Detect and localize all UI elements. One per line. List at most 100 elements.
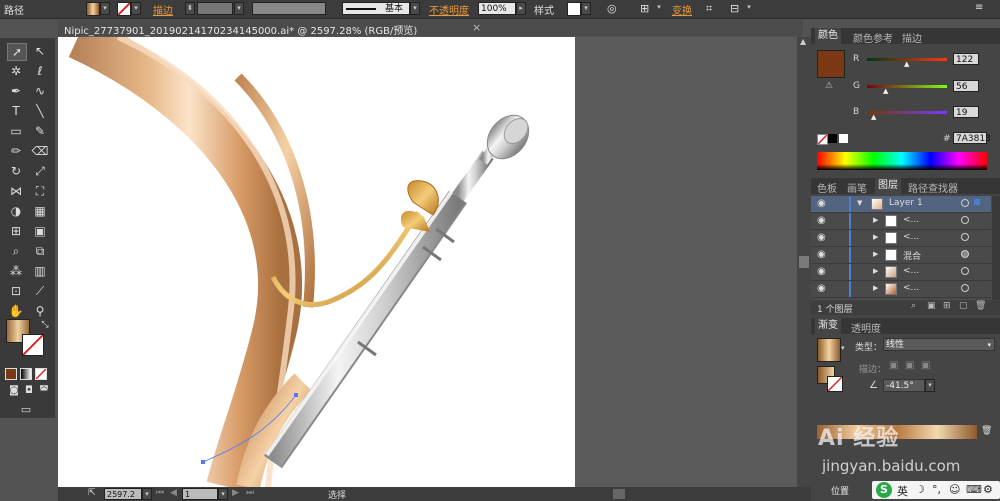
black-swatch[interactable] (828, 134, 837, 143)
keyboard-icon[interactable]: ⌨ (966, 483, 982, 496)
next-page-icon[interactable]: ▶ (232, 488, 239, 498)
vertical-scrollbar[interactable]: ▲ (797, 37, 811, 487)
brush-definition-field[interactable]: 基本 (342, 2, 410, 15)
stroke-along-icon[interactable]: ▣ (905, 360, 914, 371)
stroke-across-icon[interactable]: ▣ (921, 360, 930, 371)
stroke-label[interactable]: 描边 (153, 2, 173, 17)
gradient-preview[interactable] (817, 338, 841, 362)
curvature-tool-icon[interactable]: ∿ (31, 83, 49, 99)
target-icon[interactable] (961, 250, 969, 258)
transform-label[interactable]: 变换 (672, 2, 692, 17)
tab-color-guide[interactable]: 颜色参考 (853, 30, 893, 45)
tab-layers[interactable]: 图层 (875, 178, 901, 194)
direct-selection-tool-icon[interactable]: ↖ (31, 43, 49, 59)
b-slider[interactable] (867, 111, 947, 114)
width-tool-icon[interactable]: ⋈ (7, 183, 25, 199)
graphic-style-swatch[interactable] (567, 2, 581, 16)
align-dropdown-icon[interactable]: ▾ (654, 2, 664, 15)
panel-menu-icon[interactable]: ≡ (975, 2, 983, 13)
expand-triangle-icon[interactable]: ▶ (873, 267, 878, 275)
layer-row[interactable]: ◉ ▶ 混合 (811, 247, 991, 264)
type-tool-icon[interactable]: T (7, 103, 25, 119)
expand-triangle-icon[interactable]: ▶ (873, 216, 878, 224)
layers-scrollbar[interactable] (992, 196, 1000, 300)
layer-row[interactable]: ◉ ▶ <... (811, 213, 991, 230)
pasteboard[interactable] (575, 37, 797, 487)
zoom-dropdown-icon[interactable]: ▾ (142, 488, 152, 500)
stroke-within-icon[interactable]: ▣ (889, 360, 898, 371)
symbol-sprayer-tool-icon[interactable]: ⁂ (7, 263, 25, 279)
hand-tool-icon[interactable]: ✋ (7, 303, 25, 319)
style-dropdown-icon[interactable]: ▾ (581, 2, 591, 15)
none-swatch[interactable] (817, 134, 828, 145)
punctuation-icon[interactable]: °, (932, 483, 941, 496)
stroke-weight-stepper[interactable]: ⬍ (185, 2, 195, 15)
tab-color[interactable]: 颜色 (815, 28, 841, 44)
eye-icon[interactable]: ◉ (817, 198, 826, 209)
tab-gradient[interactable]: 渐变 (815, 318, 841, 334)
align-icon[interactable]: ⊞ (640, 2, 649, 15)
new-layer-icon[interactable]: ▢ (959, 301, 968, 311)
stroke-dropdown-icon[interactable]: ▾ (131, 2, 141, 15)
selection-tool-icon[interactable]: ➚ (7, 43, 27, 61)
layer-row[interactable]: ◉ ▼ Layer 1 (811, 196, 991, 213)
variable-width-profile[interactable] (252, 2, 326, 15)
page-dropdown-icon[interactable]: ▾ (218, 488, 228, 500)
r-value[interactable]: 122 (953, 53, 979, 65)
free-transform-tool-icon[interactable]: ⛶ (31, 183, 49, 199)
slice-tool-icon[interactable]: ⟋ (31, 283, 49, 299)
layer-row[interactable]: ◉ ▶ <... (811, 264, 991, 281)
perspective-grid-tool-icon[interactable]: ▦ (31, 203, 49, 219)
scrollbar-thumb[interactable] (799, 256, 809, 268)
new-sublayer-icon[interactable]: ⊞ (943, 301, 951, 311)
stroke-swatch[interactable] (117, 2, 131, 16)
stroke-weight-dropdown-icon[interactable]: ▾ (234, 2, 244, 15)
color-spectrum[interactable] (817, 152, 987, 170)
rotate-tool-icon[interactable]: ↻ (7, 163, 25, 179)
blend-tool-icon[interactable]: ⧉ (31, 243, 49, 259)
scale-tool-icon[interactable]: ⤢ (31, 163, 49, 179)
trash-icon[interactable]: 🗑 (975, 301, 986, 311)
target-icon[interactable] (961, 233, 969, 241)
eye-icon[interactable]: ◉ (817, 215, 826, 226)
close-icon[interactable]: × (472, 21, 481, 34)
locate-object-icon[interactable]: ⌕ (911, 301, 916, 311)
delete-stop-icon[interactable]: 🗑 (981, 426, 992, 436)
last-page-icon[interactable]: ⏭ (246, 488, 254, 498)
angle-dropdown-icon[interactable]: ▾ (925, 379, 935, 392)
paintbrush-tool-icon[interactable]: ✎ (31, 123, 49, 139)
expand-triangle-icon[interactable]: ▶ (873, 233, 878, 241)
fill-swatch[interactable] (86, 2, 100, 16)
pen-tool-icon[interactable]: ✒ (7, 83, 25, 99)
gradient-preset-dropdown-icon[interactable]: ▾ (841, 344, 845, 352)
r-slider-handle[interactable]: ▲ (904, 60, 909, 68)
artboard-tool-icon[interactable]: ⊡ (7, 283, 25, 299)
hscroll-thumb[interactable] (613, 489, 625, 499)
settings-icon[interactable]: ⚙ (983, 483, 993, 496)
screen-mode-icon[interactable]: ▭ (17, 402, 35, 418)
b-slider-handle[interactable]: ▲ (871, 113, 876, 121)
eraser-tool-icon[interactable]: ⌫ (31, 143, 49, 159)
shape-builder-tool-icon[interactable]: ◑ (7, 203, 25, 219)
first-page-icon[interactable]: ⏮ (156, 488, 164, 498)
target-icon[interactable] (961, 284, 969, 292)
target-icon[interactable] (961, 199, 969, 207)
arrange-icon[interactable]: ⊟ (730, 2, 739, 15)
stroke-gradient-box[interactable] (827, 376, 843, 392)
arrange-dropdown-icon[interactable]: ▾ (744, 2, 754, 15)
eye-icon[interactable]: ◉ (817, 283, 826, 294)
eyedropper-tool-icon[interactable]: ⌕ (7, 243, 25, 259)
opacity-dropdown-icon[interactable]: ▸ (516, 2, 526, 15)
expand-triangle-icon[interactable]: ▶ (873, 250, 878, 258)
angle-field[interactable]: -41.5° (883, 379, 925, 392)
eye-icon[interactable]: ◉ (817, 232, 826, 243)
magic-wand-tool-icon[interactable]: ✲ (7, 63, 25, 79)
tab-pathfinder[interactable]: 路径查找器 (908, 180, 958, 195)
tab-swatches[interactable]: 色板 (817, 180, 837, 195)
draw-inside-icon[interactable]: ◚ (35, 383, 53, 399)
opacity-field[interactable]: 100% (478, 2, 516, 15)
zoom-field[interactable]: 2597.2 (104, 488, 142, 500)
prev-page-icon[interactable]: ◀ (170, 488, 177, 498)
tab-brushes[interactable]: 画笔 (847, 180, 867, 195)
g-value[interactable]: 56 (953, 80, 979, 92)
